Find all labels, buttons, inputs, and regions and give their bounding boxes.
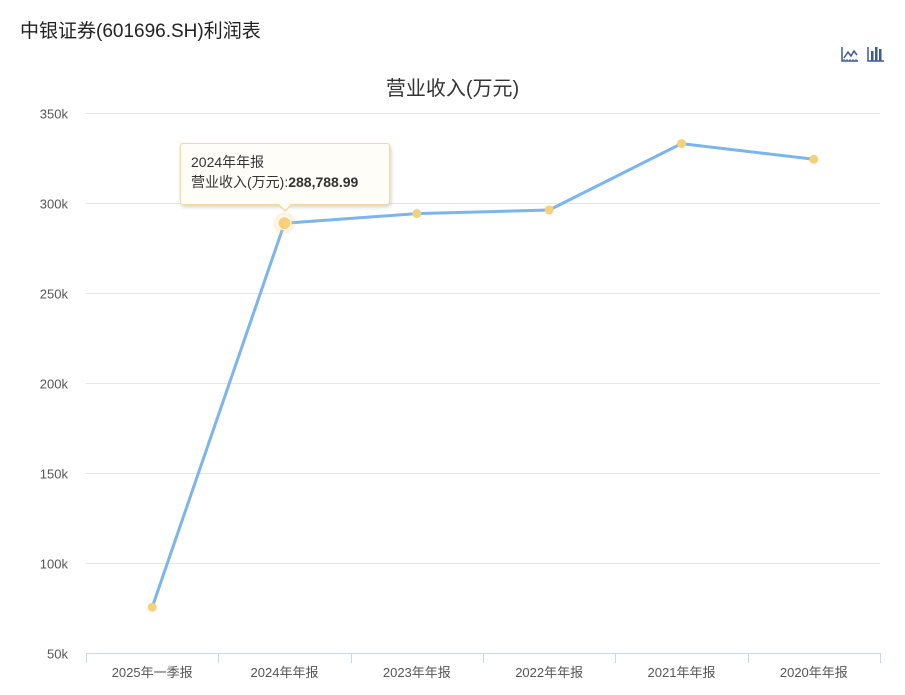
y-tick-label: 350k [40,107,69,122]
x-tick-label: 2021年年报 [648,665,716,680]
y-tick-label: 50k [47,647,68,662]
tooltip-period: 2024年年报 [191,154,265,170]
x-tick-label: 2022年年报 [515,665,583,680]
data-point [809,154,819,164]
data-point-highlighted [277,216,292,231]
series-line [150,142,816,609]
data-tooltip: 2024年年报 营业收入(万元):288,788.99 [180,143,390,212]
y-tick-label: 300k [40,197,69,212]
tooltip-row: 营业收入(万元):288,788.99 [191,172,379,192]
x-tick-label: 2025年一季报 [112,665,193,680]
data-point [412,209,422,219]
y-tick-label: 100k [40,557,69,572]
data-point [147,602,157,612]
x-tick-label: 2020年年报 [780,665,848,680]
tooltip-arrow-inner [278,203,292,210]
x-axis: 2025年一季报 2024年年报 2023年年报 2022年年报 2021年年报 2020… [86,653,881,680]
y-tick-label: 200k [40,377,69,392]
tooltip-value: 288,788.99 [288,174,359,190]
series-layer [147,139,819,612]
x-tick-label: 2023年年报 [383,665,451,680]
data-point [544,205,554,215]
line-chart: 350k 300k 250k 200k 150k 100k 50k 2025年一季报 2024… [40,107,881,680]
tooltip-label: 营业收入(万元): [191,174,289,190]
y-axis: 350k 300k 250k 200k 150k 100k 50k [40,107,69,662]
y-tick-label: 250k [40,287,69,302]
data-point [677,139,686,149]
y-tick-label: 150k [40,467,69,482]
x-tick-label: 2024年年报 [251,665,319,680]
